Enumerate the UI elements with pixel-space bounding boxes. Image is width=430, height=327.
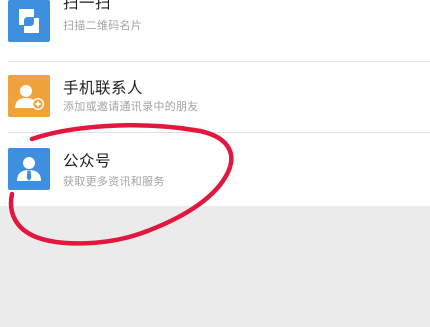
list-item-subtitle: 添加或邀请通讯录中的朋友	[63, 100, 199, 113]
list-item-title: 扫一扫	[63, 0, 112, 12]
add-friends-options-list: 扫一扫 扫描二维码名片 手机联系人 添加或邀请通讯录中的朋友 公众号 获取更多资…	[0, 0, 430, 206]
divider	[8, 132, 430, 133]
list-item-subtitle: 获取更多资讯和服务	[63, 175, 165, 188]
list-item-phone-contacts[interactable]: 手机联系人 添加或邀请通讯录中的朋友	[0, 63, 430, 131]
list-item-title: 公众号	[63, 152, 112, 170]
scan-icon	[8, 0, 50, 42]
add-contact-icon	[8, 75, 50, 117]
list-item-scan[interactable]: 扫一扫 扫描二维码名片	[0, 0, 430, 58]
list-item-title: 手机联系人	[63, 79, 144, 97]
list-item-subtitle: 扫描二维码名片	[63, 19, 143, 32]
divider	[8, 61, 430, 62]
official-account-icon	[8, 148, 50, 190]
list-item-official-accounts[interactable]: 公众号 获取更多资讯和服务	[0, 136, 430, 204]
